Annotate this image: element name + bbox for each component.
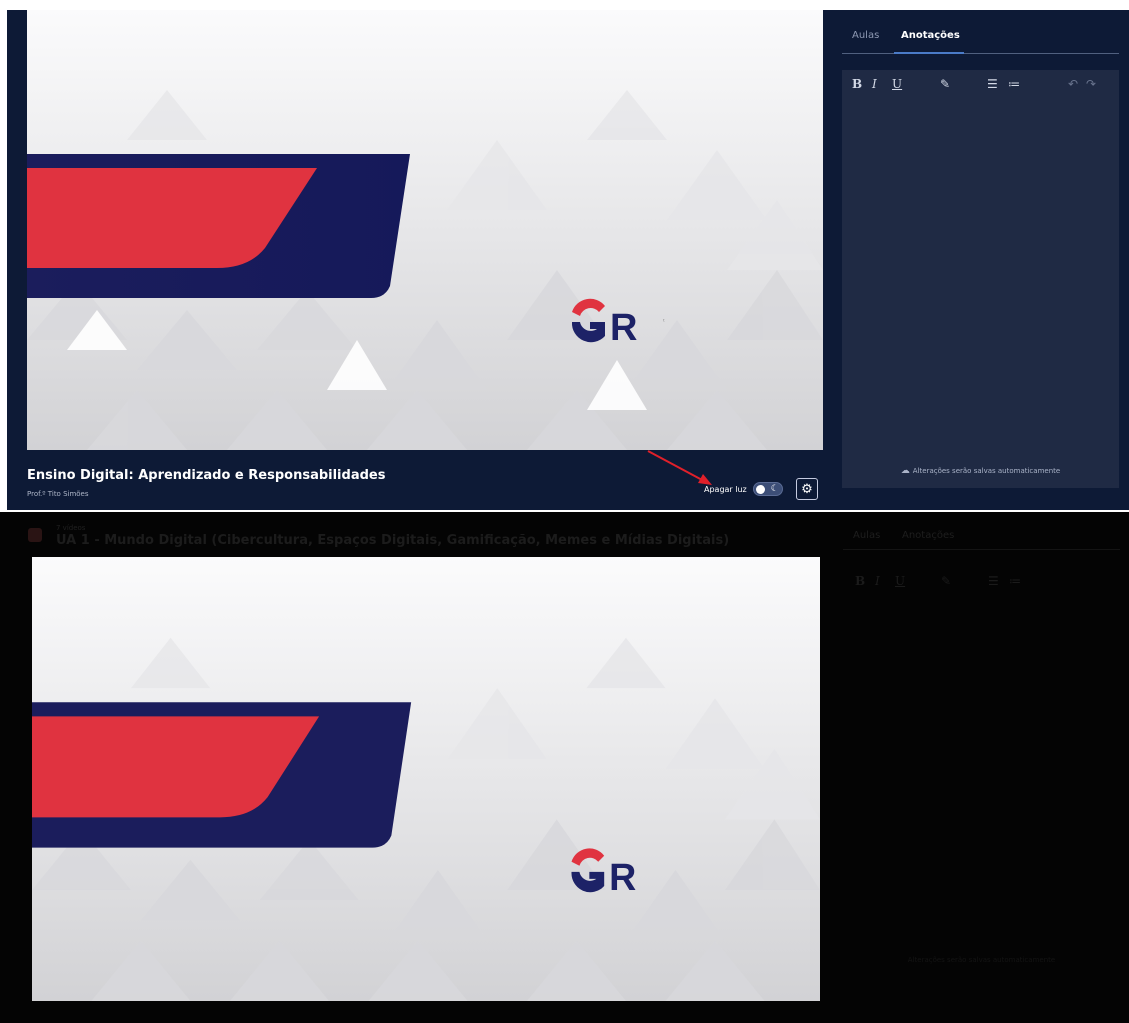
lights-label: Apagar luz	[704, 484, 747, 494]
bold-button[interactable]: B	[855, 574, 865, 588]
video-player[interactable]: R	[32, 557, 820, 1001]
editor-toolbar: B I U ✎ ☰ ≔ ↶ ↷	[842, 70, 1119, 102]
tab-anotacoes[interactable]: Anotações	[902, 530, 954, 541]
tab-anotacoes[interactable]: Anotações	[901, 30, 960, 41]
svg-text:R: R	[609, 857, 636, 899]
underline-button[interactable]: U	[892, 77, 902, 91]
bullet-list-icon[interactable]: ☰	[988, 574, 999, 588]
toggle-knob	[755, 485, 765, 494]
tab-aulas[interactable]: Aulas	[852, 30, 879, 41]
italic-button[interactable]: I	[875, 574, 880, 588]
svg-text:ᵗ: ᵗ	[663, 318, 665, 326]
video-player[interactable]: R ᵗ	[27, 10, 823, 450]
numbered-list-icon[interactable]: ≔	[1008, 77, 1020, 91]
redo-icon[interactable]: ↷	[1086, 77, 1096, 91]
tab-aulas[interactable]: Aulas	[853, 530, 880, 541]
moon-icon: ☾	[770, 484, 779, 494]
lights-toggle[interactable]: ☾	[752, 482, 783, 496]
undo-icon[interactable]: ↶	[1068, 77, 1078, 91]
numbered-list-icon[interactable]: ≔	[1009, 574, 1021, 588]
notes-editor: B I U ✎ ☰ ≔ ↶ ↷ ☁ Alterações serão salvas…	[842, 70, 1119, 488]
autosave-status: ☁ Alterações serão salvas automaticamente	[842, 466, 1119, 476]
side-tabs: Aulas Anotações	[842, 10, 1119, 54]
unit-icon	[28, 528, 42, 542]
video-thumbnail: R ᵗ	[27, 10, 823, 450]
gear-icon: ⚙	[801, 481, 813, 497]
side-panel-dimmed: Aulas Anotações B I U ✎ ☰ ≔ Alterações s…	[843, 512, 1120, 982]
lights-on-view: R ᵗ Ensino Digital: Aprendizado e Respon…	[7, 10, 1129, 510]
autosave-text: Alterações serão salvas automaticamente	[912, 467, 1061, 475]
pencil-icon[interactable]: ✎	[940, 77, 950, 91]
unit-title: UA 1 - Mundo Digital (Cibercultura, Espa…	[56, 533, 730, 548]
settings-button[interactable]: ⚙	[796, 478, 818, 500]
video-thumbnail: R	[32, 557, 820, 1001]
autosave-status: Alterações serão salvas automaticamente	[843, 956, 1120, 964]
svg-text:R: R	[610, 307, 637, 349]
autosave-text: Alterações serão salvas automaticamente	[907, 956, 1056, 964]
video-info-bar: Ensino Digital: Aprendizado e Responsabi…	[27, 450, 823, 510]
active-tab-indicator	[894, 52, 964, 54]
lights-control: Apagar luz ☾	[704, 482, 783, 496]
bold-button[interactable]: B	[852, 77, 862, 91]
side-tabs: Aulas Anotações	[843, 512, 1120, 550]
pencil-icon[interactable]: ✎	[941, 574, 951, 588]
lights-off-view: 7 vídeos UA 1 - Mundo Digital (Cibercult…	[0, 512, 1129, 1023]
videos-count: 7 vídeos	[56, 524, 86, 532]
side-panel: Aulas Anotações B I U ✎ ☰ ≔ ↶ ↷ ☁ Alteraç…	[842, 10, 1119, 488]
bullet-list-icon[interactable]: ☰	[987, 77, 998, 91]
italic-button[interactable]: I	[872, 77, 877, 91]
professor-name: Prof.º Tito Simões	[27, 490, 89, 498]
notes-textarea[interactable]	[842, 102, 1119, 462]
underline-button[interactable]: U	[895, 574, 905, 588]
cloud-upload-icon: ☁	[900, 466, 910, 476]
course-title: Ensino Digital: Aprendizado e Responsabi…	[27, 468, 386, 483]
